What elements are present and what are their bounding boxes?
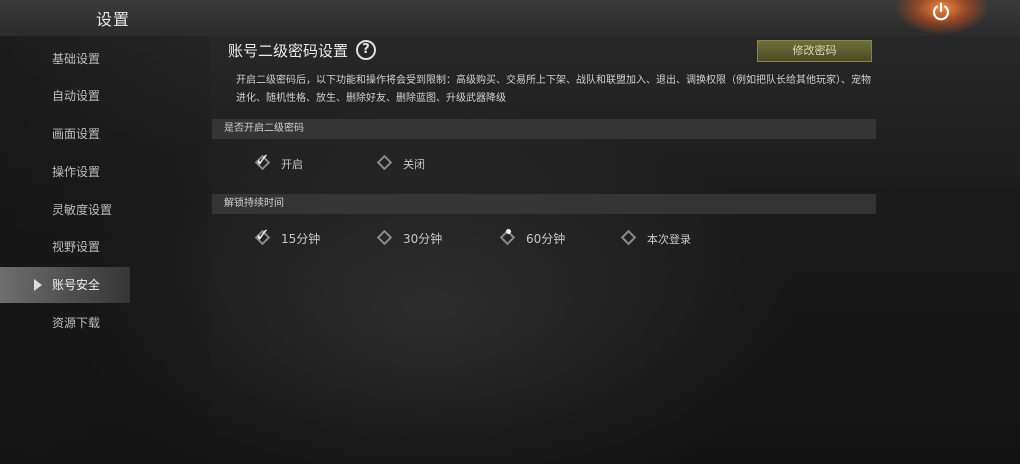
restriction-description: 开启二级密码后，以下功能和操作将会受到限制：高级购买、交易所上下架、战队和联盟加… bbox=[236, 75, 871, 104]
option-label: 15分钟 bbox=[281, 232, 321, 246]
checkmark-icon: ✓ bbox=[255, 150, 271, 171]
sidebar-item-label: 资源下载 bbox=[52, 316, 101, 330]
sidebar-item-resource-download[interactable]: 资源下载 bbox=[0, 305, 130, 341]
diamond-checkbox-icon bbox=[376, 229, 393, 246]
option-15min[interactable]: ✓ 15分钟 bbox=[254, 225, 337, 250]
option-enable[interactable]: ✓ 开启 bbox=[254, 150, 317, 175]
duration-section-header: 解锁持续时间 bbox=[212, 194, 876, 214]
enable-section-header: 是否开启二级密码 bbox=[212, 119, 876, 139]
option-label: 关闭 bbox=[403, 158, 425, 171]
option-label: 60分钟 bbox=[526, 232, 566, 246]
sidebar-item-view[interactable]: 视野设置 bbox=[0, 229, 130, 265]
sidebar-item-label: 灵敏度设置 bbox=[52, 203, 113, 217]
sidebar-item-graphics[interactable]: 画面设置 bbox=[0, 116, 130, 152]
sidebar-item-controls[interactable]: 操作设置 bbox=[0, 154, 130, 190]
sidebar-item-sensitivity[interactable]: 灵敏度设置 bbox=[0, 192, 130, 228]
option-label: 30分钟 bbox=[403, 232, 443, 246]
diamond-checkbox-icon bbox=[620, 229, 637, 246]
option-label: 本次登录 bbox=[647, 233, 691, 246]
sidebar-item-label: 账号安全 bbox=[52, 278, 101, 292]
power-icon[interactable] bbox=[931, 2, 951, 22]
option-label: 开启 bbox=[281, 158, 303, 171]
help-icon[interactable]: ? bbox=[356, 40, 376, 60]
option-this-login[interactable]: 本次登录 bbox=[620, 229, 713, 250]
diamond-checkbox-icon bbox=[376, 154, 393, 171]
checkmark-icon: ✓ bbox=[255, 225, 271, 246]
sidebar-item-label: 自动设置 bbox=[52, 89, 101, 103]
top-bar bbox=[0, 0, 1020, 36]
modify-password-button[interactable]: 修改密码 bbox=[757, 40, 872, 62]
page-title: 设置 bbox=[96, 10, 131, 29]
arrow-right-icon bbox=[34, 279, 42, 291]
sidebar-item-label: 视野设置 bbox=[52, 240, 101, 254]
dot-indicator-icon bbox=[506, 229, 511, 234]
sidebar-item-auto[interactable]: 自动设置 bbox=[0, 78, 130, 114]
sidebar-item-label: 操作设置 bbox=[52, 165, 101, 179]
sidebar-item-label: 画面设置 bbox=[52, 127, 101, 141]
sidebar-item-basic[interactable]: 基础设置 bbox=[0, 41, 130, 77]
option-30min[interactable]: 30分钟 bbox=[376, 229, 459, 250]
sidebar-item-label: 基础设置 bbox=[52, 52, 101, 66]
option-disable[interactable]: 关闭 bbox=[376, 154, 439, 175]
option-60min[interactable]: 60分钟 bbox=[499, 229, 582, 250]
section-title: 账号二级密码设置 bbox=[228, 42, 349, 60]
sidebar-item-account-security[interactable]: 账号安全 bbox=[0, 267, 130, 303]
